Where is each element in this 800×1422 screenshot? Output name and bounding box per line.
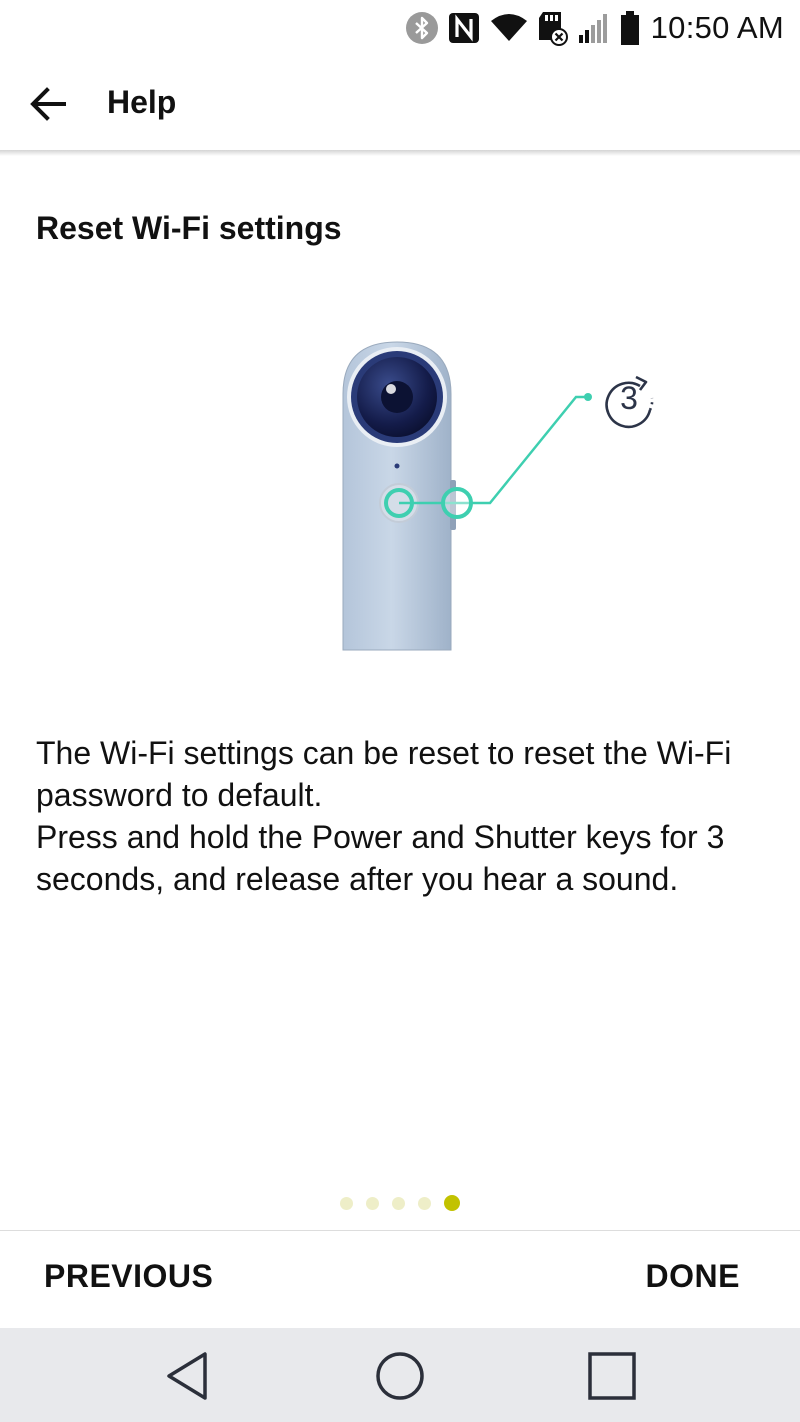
status-icons: 10:50 AM	[405, 8, 784, 48]
bluetooth-icon	[405, 11, 439, 45]
nav-back-button[interactable]	[158, 1346, 218, 1406]
page-dot	[340, 1196, 353, 1210]
help-description: The Wi-Fi settings can be reset to reset…	[36, 732, 756, 900]
recents-square-icon	[588, 1352, 636, 1400]
page-title: Help	[107, 84, 177, 120]
battery-icon	[619, 10, 641, 46]
sd-card-icon	[537, 10, 569, 46]
wifi-icon	[489, 11, 529, 45]
description-line: Press and hold the Power and Shutter key…	[36, 819, 725, 897]
page-indicator	[0, 1194, 800, 1212]
timer-badge-number: 3	[620, 380, 638, 416]
status-bar: 10:50 AM	[0, 0, 800, 56]
home-circle-icon	[376, 1352, 424, 1400]
back-button[interactable]	[22, 78, 74, 130]
back-triangle-icon	[167, 1352, 207, 1400]
nav-recents-button[interactable]	[582, 1346, 642, 1406]
app-bar: Help	[0, 56, 800, 152]
status-time: 10:50 AM	[650, 10, 784, 45]
signal-icon	[577, 11, 611, 45]
timer-3-icon: 3	[605, 375, 654, 429]
app-bar-shadow	[0, 150, 800, 156]
arrow-left-icon	[30, 87, 66, 121]
navigation-bar	[0, 1328, 800, 1422]
nfc-icon	[447, 11, 481, 45]
action-divider	[0, 1230, 800, 1231]
page-dot-active	[444, 1195, 460, 1211]
section-title: Reset Wi-Fi settings	[36, 210, 342, 246]
page-dot	[392, 1196, 405, 1210]
description-line: The Wi-Fi settings can be reset to reset…	[36, 735, 732, 813]
nav-home-button[interactable]	[370, 1346, 430, 1406]
page-dot	[418, 1196, 431, 1210]
page-dot	[366, 1196, 379, 1210]
done-button[interactable]: DONE	[646, 1258, 740, 1295]
camera-illustration: 3	[300, 330, 680, 670]
previous-button[interactable]: PREVIOUS	[44, 1258, 213, 1295]
